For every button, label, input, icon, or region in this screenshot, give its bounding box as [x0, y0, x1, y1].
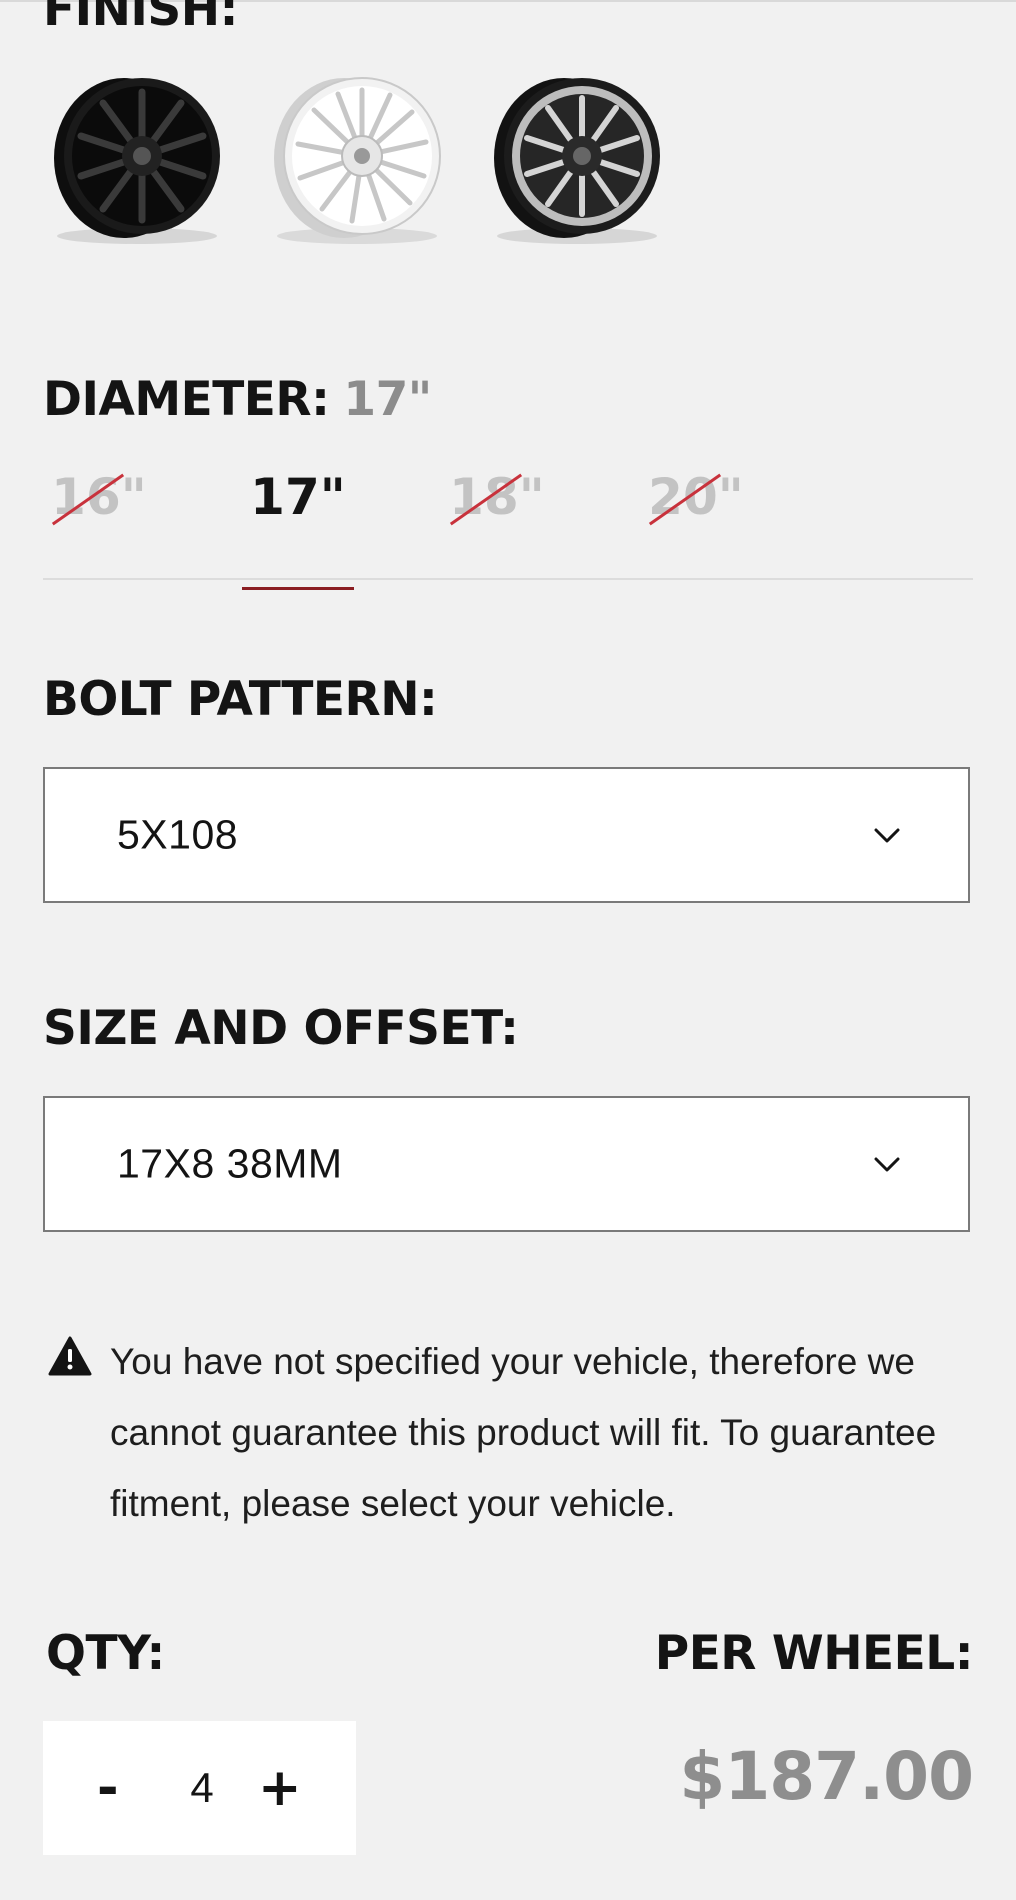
tab-diameter-20-label: 20" [648, 472, 744, 526]
qty-decrease-button[interactable]: - [97, 1762, 119, 1814]
finish-heading: FINISH: [43, 0, 238, 37]
finish-swatches [42, 68, 662, 248]
size-offset-select[interactable]: 17X8 38MM [43, 1096, 970, 1232]
tab-diameter-17-label: 17" [250, 468, 346, 526]
diameter-heading-label: DIAMETER: [43, 372, 330, 427]
diameter-selected-value: 17" [343, 372, 432, 427]
finish-swatch-black[interactable] [42, 68, 222, 248]
tab-diameter-20-text: 20" [648, 468, 744, 526]
finish-swatch-machined[interactable] [482, 68, 662, 248]
wheel-silver-icon [274, 77, 441, 244]
finish-swatch-silver[interactable] [262, 68, 442, 248]
tab-diameter-20[interactable]: 20" [640, 472, 752, 576]
tab-diameter-18[interactable]: 18" [441, 472, 553, 576]
tab-diameter-16-label: 16" [51, 472, 147, 526]
qty-increase-button[interactable]: + [258, 1762, 302, 1814]
chevron-down-icon [874, 828, 900, 843]
qty-label: QTY: [46, 1626, 165, 1681]
tab-diameter-18-text: 18" [449, 468, 545, 526]
qty-value[interactable]: 4 [177, 1767, 227, 1809]
price-per-wheel: $187.00 [679, 1738, 974, 1815]
wheel-machined-icon [494, 78, 660, 244]
tab-diameter-18-label: 18" [449, 472, 545, 526]
bolt-pattern-select[interactable]: 5X108 [43, 767, 970, 903]
chevron-down-icon [874, 1157, 900, 1172]
tab-diameter-16-text: 16" [51, 468, 147, 526]
bolt-pattern-value: 5X108 [117, 811, 239, 858]
size-offset-heading: SIZE AND OFFSET: [43, 1001, 519, 1056]
tab-diameter-17[interactable]: 17" [242, 468, 354, 590]
quantity-stepper: - 4 + [43, 1721, 356, 1855]
tab-diameter-16[interactable]: 16" [43, 472, 155, 576]
wheel-black-icon [54, 78, 220, 244]
product-options-page: FINISH: DIAMETER: 17" 16" 17" 18" 20" BO… [0, 0, 1016, 1900]
warning-message: You have not specified your vehicle, the… [110, 1341, 937, 1524]
diameter-heading: DIAMETER: 17" [43, 376, 432, 423]
diameter-tabs: 16" 17" 18" 20" [43, 460, 973, 590]
bolt-pattern-heading: BOLT PATTERN: [43, 672, 438, 727]
per-wheel-label: PER WHEEL: [654, 1626, 974, 1681]
warning-icon [48, 1336, 92, 1376]
size-offset-value: 17X8 38MM [117, 1140, 343, 1187]
